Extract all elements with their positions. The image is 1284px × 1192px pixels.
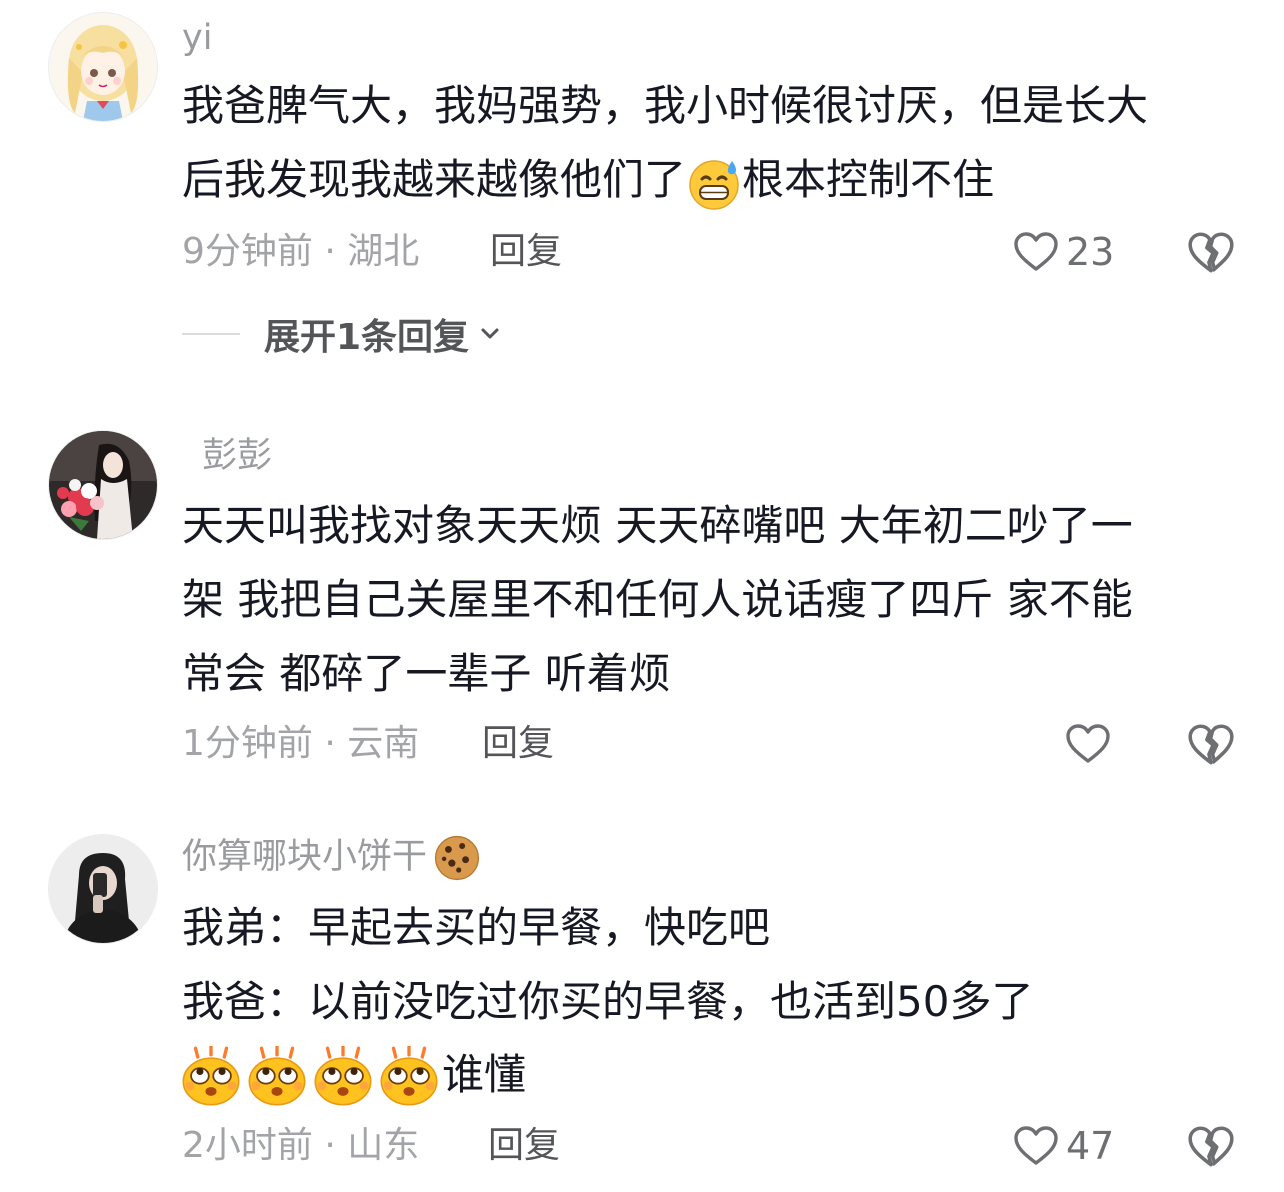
like-button[interactable] — [1064, 716, 1118, 772]
comment-text-segment: 根本控制不住 — [742, 155, 995, 204]
broken-heart-icon[interactable] — [1186, 228, 1236, 278]
reply-button[interactable]: 回复 — [490, 228, 562, 276]
username[interactable]: 彭彭 — [202, 434, 272, 478]
reply-button[interactable]: 回复 — [488, 1122, 560, 1170]
like-count: 23 — [1066, 230, 1115, 274]
avatar[interactable] — [48, 430, 158, 540]
heart-outline-icon — [1064, 720, 1112, 768]
comment-text-line: 我爸脾气大，我妈强势，我小时候很讨厌，但是长大 — [182, 81, 1149, 130]
expand-replies-label: 展开1条回复 — [264, 317, 470, 358]
comment-meta: 9分钟前 · 湖北 — [182, 231, 420, 272]
expand-replies-button[interactable]: 展开1条回复 — [182, 306, 503, 362]
comment-text-line: 我爸：以前没吃过你买的早餐，也活到50多了 — [182, 977, 1034, 1026]
broken-heart-icon[interactable] — [1186, 1122, 1236, 1172]
comment-text-line: 天天叫我找对象天天烦 天天碎嘴吧 大年初二吵了一 — [182, 501, 1133, 550]
eye-roll-emoji-icon — [246, 1046, 308, 1108]
avatar[interactable] — [48, 834, 158, 944]
comment-text-line: 谁懂 — [180, 1046, 526, 1108]
comment-text-line: 后我发现我越来越像他们了 根本控制不住 — [182, 152, 994, 211]
cookie-emoji-icon — [433, 834, 481, 882]
comment-text-segment: 后我发现我越来越像他们了 — [182, 155, 687, 204]
eye-roll-emoji-icon — [312, 1046, 374, 1108]
like-count: 47 — [1066, 1124, 1115, 1168]
username-text: 你算哪块小饼干 — [182, 837, 428, 877]
comment-text-line: 架 我把自己关屋里不和任何人说话瘦了四斤 家不能 — [182, 575, 1133, 624]
comment-text-line: 我弟：早起去买的早餐，快吃吧 — [182, 903, 771, 952]
comment-text-line: 常会 都碎了一辈子 听着烦 — [182, 649, 671, 698]
comment-meta: 2小时前 · 山东 — [182, 1125, 420, 1166]
like-button[interactable]: 23 — [1012, 224, 1114, 280]
eye-roll-emoji-icon — [180, 1046, 242, 1108]
eye-roll-emoji-icon — [378, 1046, 440, 1108]
comment-meta: 1分钟前 · 云南 — [182, 723, 420, 764]
username[interactable]: yi — [182, 16, 212, 60]
broken-heart-icon[interactable] — [1186, 720, 1236, 770]
username[interactable]: 你算哪块小饼干 — [182, 834, 481, 882]
like-button[interactable]: 47 — [1012, 1118, 1114, 1174]
chevron-down-icon — [481, 328, 499, 339]
sweat-grin-emoji-icon — [686, 155, 742, 211]
avatar[interactable] — [48, 12, 158, 122]
reply-button[interactable]: 回复 — [482, 720, 554, 768]
heart-outline-icon — [1012, 1122, 1060, 1170]
comment-item: yi 我爸脾气大，我妈强势，我小时候很讨厌，但是长大 后我发现我越来越像他们了 根… — [0, 0, 1284, 380]
divider — [182, 333, 240, 335]
comment-text-segment: 谁懂 — [442, 1049, 527, 1099]
heart-outline-icon — [1012, 228, 1060, 276]
